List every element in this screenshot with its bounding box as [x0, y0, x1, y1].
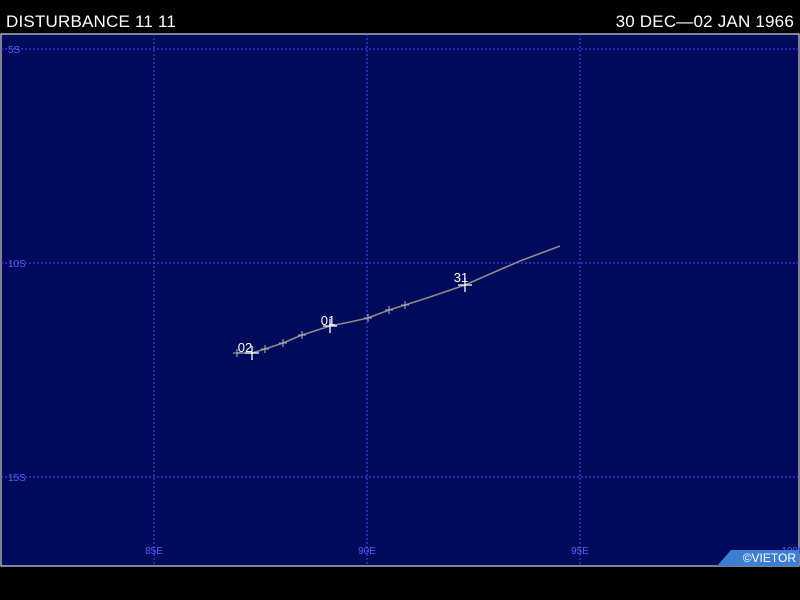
track-map: 5S 10S 15S 85E 90E 95E 100E 31 01 02: [0, 33, 800, 567]
lat-label-15s: 15S: [8, 473, 26, 484]
lon-label-90e: 90E: [358, 546, 376, 557]
lon-label-95e: 95E: [571, 546, 589, 557]
lat-label-10s: 10S: [8, 259, 26, 270]
day-label-02: 02: [238, 340, 252, 355]
day-label-01: 01: [321, 313, 335, 328]
lon-label-85e: 85E: [145, 546, 163, 557]
day-label-31: 31: [454, 270, 468, 285]
map-background: [0, 33, 800, 567]
lat-label-5s: 5S: [8, 45, 21, 56]
credit-badge: ©VIETOR: [717, 550, 799, 566]
